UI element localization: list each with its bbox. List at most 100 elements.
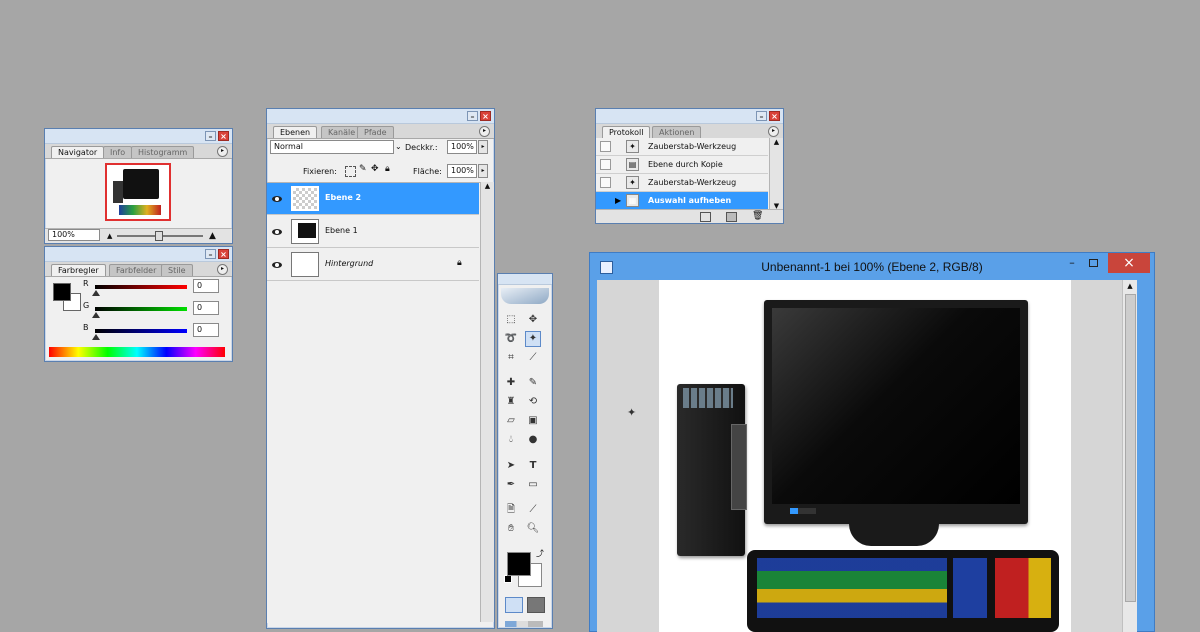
tab-farbregler[interactable]: Farbregler [51,264,106,276]
channel-g-track[interactable] [95,307,187,311]
eye-icon[interactable] [272,196,282,202]
gradient-tool-icon[interactable]: ▣ [525,413,541,429]
tab-protokoll[interactable]: Protokoll [602,126,651,138]
layer-row-ebene-2[interactable]: Ebene 2 [267,183,479,215]
panel-menu-icon[interactable]: ▸ [217,146,228,157]
history-titlebar[interactable]: – × [596,109,783,124]
history-item[interactable]: ✦ Zauberstab-Werkzeug [596,138,768,156]
tab-stile[interactable]: Stile [161,264,193,276]
channel-r-track[interactable] [95,285,187,289]
default-colors-icon[interactable] [504,575,512,583]
history-item[interactable]: ▤ Ebene durch Kopie [596,156,768,174]
minimize-button[interactable]: – [467,111,478,121]
close-button[interactable]: × [218,249,229,259]
magic-wand-tool-icon[interactable]: ✦ [525,331,541,347]
foreground-color-box[interactable] [507,552,531,576]
close-button[interactable]: × [480,111,491,121]
minimize-button[interactable]: – [205,131,216,141]
channel-g-knob[interactable] [92,312,100,318]
marquee-tool-icon[interactable]: ⬚ [503,312,519,328]
tab-navigator[interactable]: Navigator [51,146,105,158]
layer-row-hintergrund[interactable]: Hintergrund 🔒︎ [267,249,479,281]
shape-tool-icon[interactable]: ▭ [525,477,541,493]
color-spectrum-bar[interactable] [49,347,225,357]
minimize-button[interactable]: – [205,249,216,259]
history-item[interactable]: ✦ Zauberstab-Werkzeug [596,174,768,192]
maximize-button[interactable] [1089,259,1098,267]
fill-field[interactable]: 100% [447,164,477,178]
close-button[interactable]: × [769,111,780,121]
eraser-tool-icon[interactable]: ▱ [503,413,519,429]
lock-transparency-icon[interactable] [345,166,356,177]
scroll-up-icon[interactable]: ▲ [1123,280,1137,292]
fill-arrow[interactable]: ▸ [478,164,488,178]
slice-tool-icon[interactable]: ⟋ [525,350,541,366]
channel-b-value[interactable]: 0 [193,323,219,337]
panel-menu-icon[interactable]: ▸ [217,264,228,275]
minimize-button[interactable]: – [756,111,767,121]
move-tool-icon[interactable]: ✥ [525,312,541,328]
eye-icon[interactable] [272,262,282,268]
tab-ebenen[interactable]: Ebenen [273,126,318,138]
color-titlebar[interactable]: – × [45,247,232,262]
history-brush-tool-icon[interactable]: ⟲ [525,394,541,410]
tab-histogramm[interactable]: Histogramm [131,146,195,158]
zoom-field[interactable]: 100% [48,229,100,241]
document-titlebar[interactable]: Unbenannt-1 bei 100% (Ebene 2, RGB/8) – … [590,253,1154,279]
lock-paint-icon[interactable]: ✎ [359,164,367,174]
channel-r-value[interactable]: 0 [193,279,219,293]
tab-info[interactable]: Info [103,146,133,158]
document-canvas-area[interactable]: ✦ ▲ [597,280,1137,632]
zoom-out-icon[interactable]: ▲ [107,232,112,240]
stamp-tool-icon[interactable]: ♜ [503,394,519,410]
scroll-up-icon[interactable]: ▲ [770,138,783,146]
history-item-selected[interactable]: ▶ ▦ Auswahl aufheben [596,192,768,210]
new-document-from-state-icon[interactable] [700,212,711,222]
tab-kanaele[interactable]: Kanäle [321,126,363,138]
brush-tool-icon[interactable]: ✎ [525,375,541,391]
eye-icon[interactable] [272,229,282,235]
navigator-titlebar[interactable]: – × [45,129,232,144]
layers-titlebar[interactable]: – × [267,109,494,124]
channel-b-knob[interactable] [92,334,100,340]
document-canvas[interactable] [659,280,1071,632]
hand-tool-icon[interactable]: ✋︎ [503,521,519,537]
scroll-up-icon[interactable]: ▲ [481,182,494,190]
history-checkbox[interactable] [600,177,611,188]
channel-r-knob[interactable] [92,290,100,296]
close-button[interactable]: × [218,131,229,141]
screen-mode-icon[interactable] [505,621,543,627]
history-checkbox[interactable] [600,195,611,206]
close-button[interactable]: × [1108,253,1150,273]
lasso-tool-icon[interactable]: ➰ [503,331,519,347]
opacity-arrow[interactable]: ▸ [478,140,488,154]
foreground-color-swatch[interactable] [53,283,71,301]
lock-move-icon[interactable]: ✥ [371,164,379,174]
zoom-tool-icon[interactable]: 🔍︎ [525,521,541,537]
eyedropper-tool-icon[interactable]: ⟋ [525,502,541,518]
channel-b-track[interactable] [95,329,187,333]
tab-farbfelder[interactable]: Farbfelder [109,264,164,276]
path-selection-tool-icon[interactable]: ➤ [503,458,519,474]
chevron-down-icon[interactable]: ⌄ [395,142,402,151]
lock-all-icon[interactable]: 🔒︎ [385,164,390,174]
standard-mode-icon[interactable] [505,597,523,613]
toolbox-titlebar[interactable] [498,274,552,285]
pen-tool-icon[interactable]: ✒ [503,477,519,493]
dodge-tool-icon[interactable]: ● [525,432,541,448]
trash-icon[interactable]: 🗑︎ [752,211,763,221]
healing-brush-tool-icon[interactable]: ✚ [503,375,519,391]
quick-mask-icon[interactable] [527,597,545,613]
zoom-in-icon[interactable]: ▲ [209,231,216,241]
blur-tool-icon[interactable]: 💧︎ [503,432,519,448]
vertical-scrollbar[interactable]: ▲ [1122,280,1137,632]
zoom-slider-knob[interactable] [155,231,163,241]
tab-aktionen[interactable]: Aktionen [652,126,702,138]
tab-pfade[interactable]: Pfade [357,126,394,138]
panel-menu-icon[interactable]: ▸ [768,126,779,137]
layer-row-ebene-1[interactable]: Ebene 1 [267,216,479,248]
channel-g-value[interactable]: 0 [193,301,219,315]
scrollbar-thumb[interactable] [1125,294,1136,602]
swap-colors-icon[interactable]: ⤴ [536,548,544,559]
crop-tool-icon[interactable]: ⌗ [503,350,519,366]
